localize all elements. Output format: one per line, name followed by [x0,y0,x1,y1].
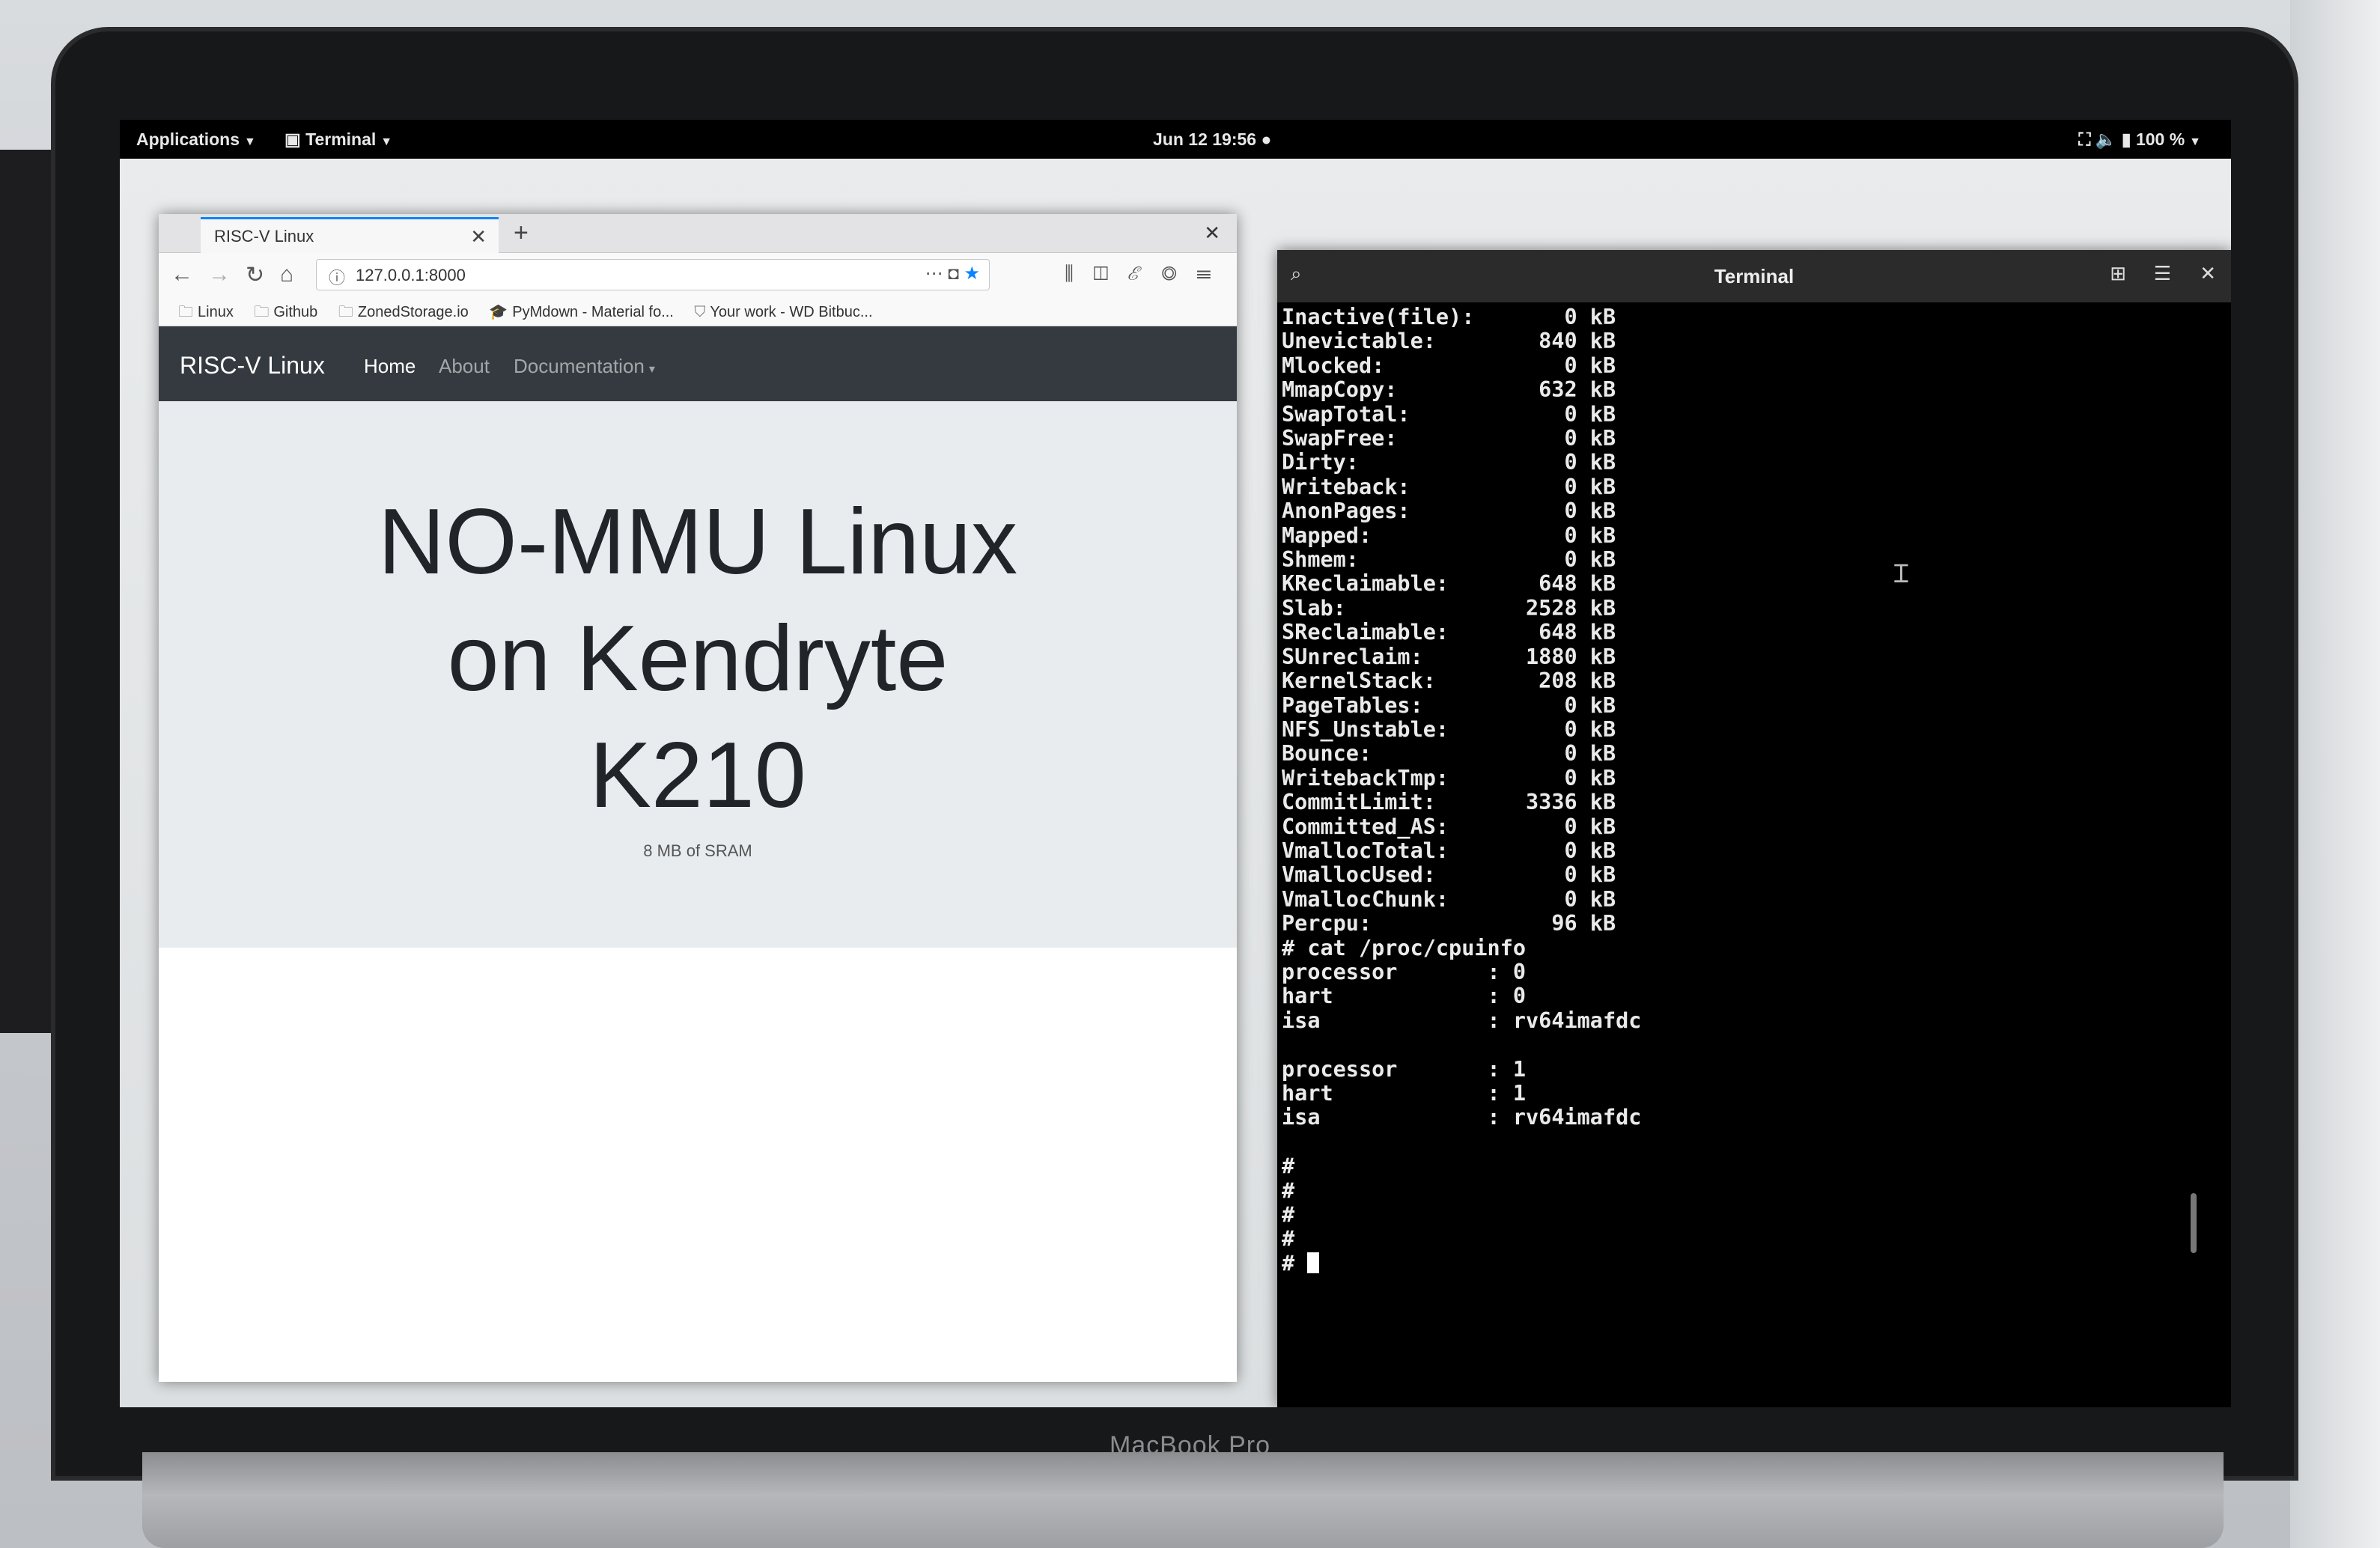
mortarboard-icon: 🎓 [489,304,508,320]
site-brand[interactable]: RISC-V Linux [180,352,325,380]
volume-icon: 🔈 [2095,129,2122,149]
reload-button[interactable]: ↻ [246,262,264,288]
back-button[interactable]: ← [171,262,193,287]
applications-menu[interactable]: Applications ▼ [136,129,256,150]
new-tab-button[interactable]: + [514,219,529,248]
sidebar-icon[interactable]: ◫ [1093,262,1128,284]
site-info-icon[interactable]: ⓘ [329,265,345,289]
laptop-base [142,1452,2224,1548]
browser-tab[interactable]: RISC-V Linux ✕ [201,217,499,253]
terminal-app-menu[interactable]: ▣ Terminal ▼ [284,129,392,150]
hero-subtitle: 8 MB of SRAM [643,841,752,860]
screen: Applications ▼ ▣ Terminal ▼ Jun 12 19:56 ●… [120,120,2231,1407]
nav-about[interactable]: About [439,355,490,378]
nav-documentation[interactable]: Documentation ▾ [514,355,655,378]
new-tab-icon[interactable]: ⊞ [2110,262,2126,285]
clock[interactable]: Jun 12 19:56 ● [1153,129,1271,150]
library-icon[interactable]: ⫼ [1065,262,1093,284]
bookmark-zonedstorage[interactable]: 🗀 ZonedStorage.io [338,304,469,320]
folder-icon: 🗀 [338,304,353,320]
url-text: 127.0.0.1:8000 [356,266,466,284]
terminal-icon: ▣ [284,129,306,149]
chevron-down-icon: ▼ [2189,135,2201,148]
gnome-top-bar: Applications ▼ ▣ Terminal ▼ Jun 12 19:56 ●… [120,120,2231,159]
terminal-scrollbar[interactable] [2191,1193,2197,1253]
terminal-window: ⌕ Terminal ⊞ ☰ ✕ Inactive(file): 0 kB Un… [1277,250,2231,1407]
extension-icon[interactable]: ℰ [1128,262,1162,284]
bookmark-bitbucket[interactable]: ⛉ Your work - WD Bitbuc... [694,304,872,320]
home-button[interactable]: ⌂ [280,262,293,287]
pocket-icon[interactable]: ◘ [948,263,964,284]
desktop: RISC-V Linux ✕ + ✕ ← → ↻ ⌂ ⓘ 127.0.0.1:8… [120,159,2231,1407]
forward-button[interactable]: → [208,262,231,287]
laptop-brand-label: MacBook Pro [1109,1431,1271,1460]
bookmarks-toolbar: 🗀 Linux 🗀 Github 🗀 ZonedStorage.io 🎓 PyMdown… [159,296,1237,326]
nav-home[interactable]: Home [364,355,416,378]
tab-bar: RISC-V Linux ✕ + ✕ [159,214,1237,253]
terminal-cursor [1307,1252,1320,1273]
background-wall [2290,0,2380,1548]
menu-icon[interactable]: ☰ [1196,262,1231,284]
hamburger-menu-icon[interactable]: ☰ [2154,262,2171,285]
chevron-down-icon: ▼ [380,135,393,148]
bookmark-star-icon[interactable]: ★ [964,263,980,284]
chevron-down-icon: ▾ [648,363,655,376]
bookmark-pymdown[interactable]: 🎓 PyMdown - Material fo... [489,304,674,320]
page-body [159,948,1237,1382]
tab-title: RISC-V Linux [214,227,314,246]
hero-title: NO-MMU Linux on Kendryte K210 [377,490,1018,827]
terminal-header-bar: ⌕ Terminal ⊞ ☰ ✕ [1277,250,2231,302]
terminal-title: Terminal [1714,265,1795,287]
bookmark-linux[interactable]: 🗀 Linux [178,304,234,320]
browser-window: RISC-V Linux ✕ + ✕ ← → ↻ ⌂ ⓘ 127.0.0.1:8… [159,214,1237,1382]
system-status-menu[interactable]: ⛶ 🔈 ▮ 100 % ▼ [2078,129,2201,150]
close-icon[interactable]: ✕ [2200,262,2216,285]
terminal-output[interactable]: Inactive(file): 0 kB Unevictable: 840 kB… [1282,305,2186,1362]
site-navbar: RISC-V Linux Home About Documentation ▾ [159,326,1237,401]
chevron-down-icon: ▼ [244,135,256,148]
battery-icon: ▮ [2121,129,2136,149]
url-bar[interactable]: ⓘ 127.0.0.1:8000 ⋯ ◘ ★ [316,259,990,290]
close-window-button[interactable]: ✕ [1204,222,1220,245]
folder-icon: 🗀 [178,304,193,320]
bookmark-github[interactable]: 🗀 Github [254,304,317,320]
navigation-toolbar: ← → ↻ ⌂ ⓘ 127.0.0.1:8000 ⋯ ◘ ★ ⫼◫ℰ◎☰ [159,253,1237,296]
bitbucket-icon: ⛉ [694,304,706,320]
text-cursor-icon: Ɪ [1894,560,1908,588]
network-icon: ⛶ [2078,129,2096,149]
page-actions-icon[interactable]: ⋯ [925,263,949,284]
hero-jumbotron: NO-MMU Linux on Kendryte K210 8 MB of SR… [159,401,1237,948]
account-icon[interactable]: ◎ [1161,262,1196,284]
close-tab-icon[interactable]: ✕ [470,225,487,249]
folder-icon: 🗀 [254,304,270,320]
